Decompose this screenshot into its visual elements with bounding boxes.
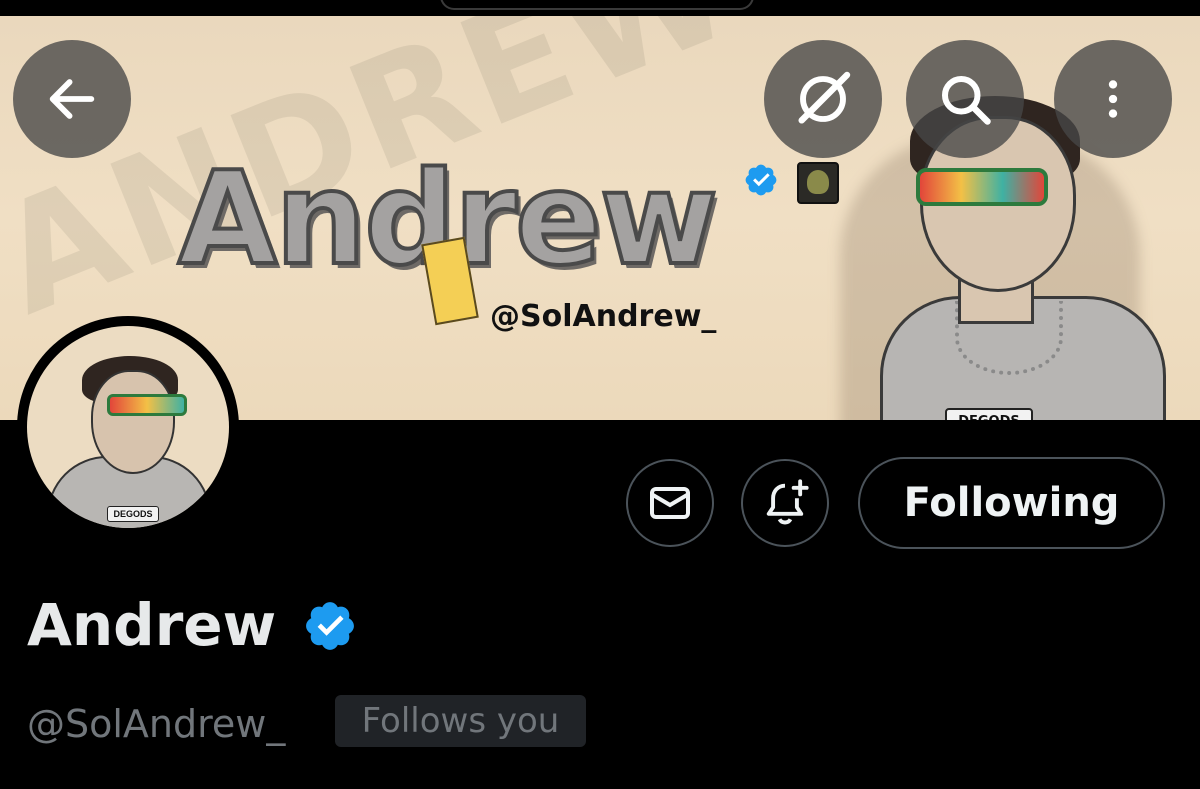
- grok-icon: [798, 71, 851, 124]
- profile-handle: @SolAndrew_: [27, 702, 286, 746]
- status-strip: [0, 0, 1200, 16]
- avatar-image: DEGODS: [27, 326, 229, 528]
- more-button[interactable]: [1054, 40, 1172, 158]
- back-button[interactable]: [13, 40, 131, 158]
- banner-verified-icon: [745, 164, 777, 196]
- banner-handle: @SolAndrew_: [490, 299, 717, 334]
- bell-plus-icon: [766, 479, 809, 525]
- banner-mini-avatar: [797, 162, 839, 204]
- notifications-button[interactable]: [741, 459, 829, 547]
- search-button[interactable]: [906, 40, 1024, 158]
- profile-avatar[interactable]: DEGODS: [17, 316, 239, 538]
- avatar-character-head: [91, 370, 175, 474]
- banner-character-badge: DEGODS: [945, 408, 1033, 420]
- profile-display-name: Andrew: [27, 591, 277, 659]
- following-button[interactable]: Following: [858, 457, 1165, 549]
- follows-you-badge: Follows you: [335, 695, 586, 747]
- grok-button[interactable]: [764, 40, 882, 158]
- avatar-character-badge: DEGODS: [107, 506, 159, 522]
- verified-badge-icon[interactable]: [302, 598, 358, 654]
- banner-character-glasses: [916, 168, 1048, 206]
- mail-icon: [650, 487, 690, 519]
- avatar-character-glasses: [107, 394, 187, 416]
- message-button[interactable]: [626, 459, 714, 547]
- device-notch: [440, 0, 754, 10]
- arrow-left-icon: [49, 79, 95, 119]
- more-vertical-icon: [1108, 80, 1118, 118]
- search-icon: [942, 76, 991, 125]
